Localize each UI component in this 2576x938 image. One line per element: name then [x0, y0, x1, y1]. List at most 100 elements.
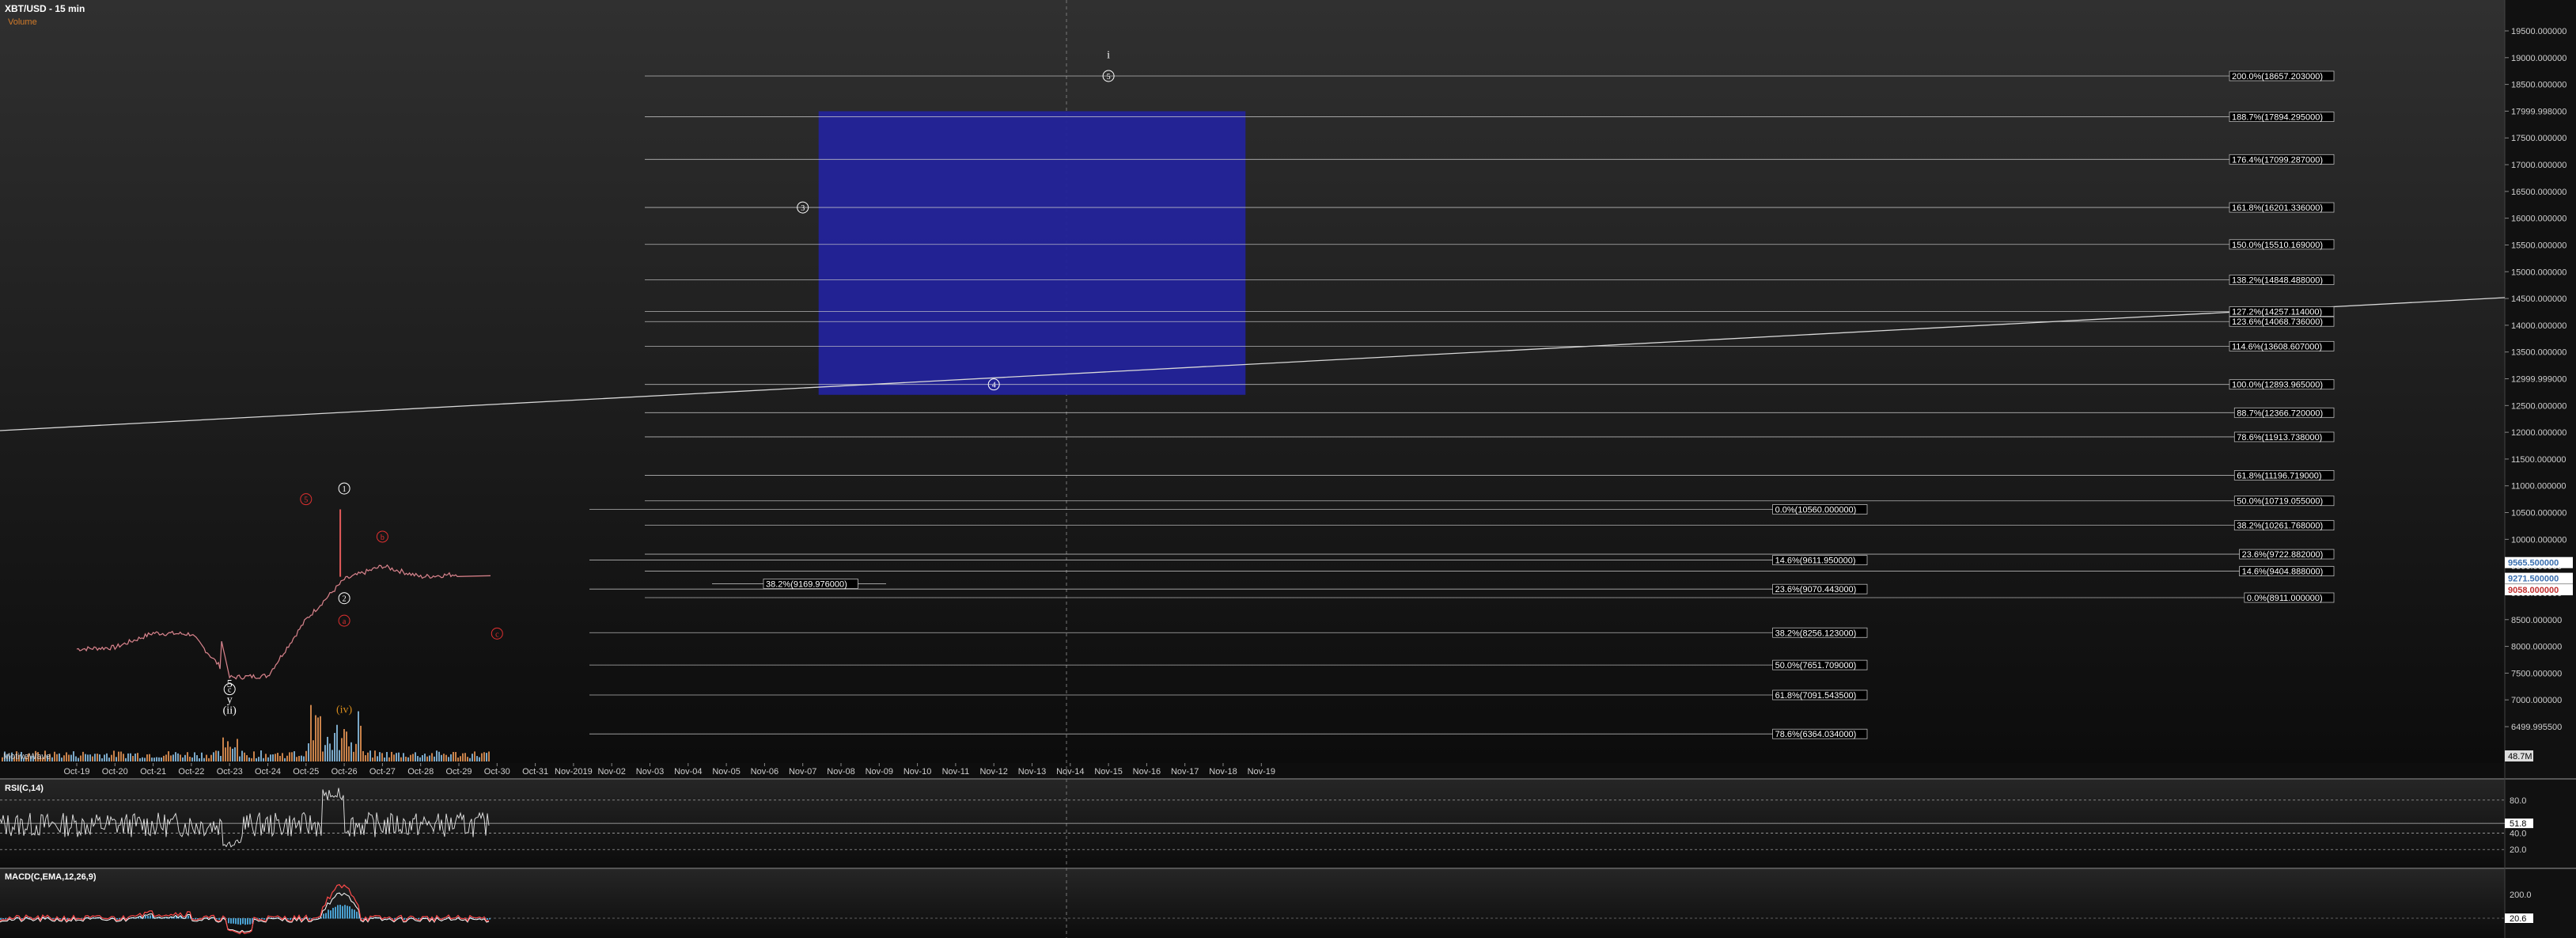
volume-bar — [54, 751, 55, 761]
volume-bar — [168, 751, 169, 761]
volume-bar — [163, 755, 165, 761]
volume-bar — [137, 753, 138, 761]
volume-bar — [177, 753, 179, 761]
macd-hist-bar — [235, 918, 237, 925]
volume-bar — [460, 756, 461, 761]
fib-inner-label: 38.2%(9169.976000) — [766, 579, 847, 589]
volume-legend: Volume — [8, 17, 37, 27]
volume-bar — [237, 739, 238, 761]
x-tick-label: Oct-31 — [522, 767, 548, 777]
volume-bar — [279, 755, 281, 761]
volume-bar — [317, 717, 319, 761]
volume-bar — [277, 753, 278, 761]
macd-hist-bar — [323, 913, 324, 919]
macd-hist-bar — [5, 918, 6, 920]
volume-bar — [260, 750, 262, 761]
x-tick-label: Oct-22 — [178, 767, 204, 777]
fib-upper-label: 127.2%(14257.114000) — [2232, 307, 2322, 317]
macd-hist-bar — [240, 918, 241, 925]
volume-bar — [75, 756, 77, 761]
volume-bar — [350, 742, 352, 761]
volume-bar — [286, 755, 288, 761]
volume-bar — [301, 755, 302, 761]
volume-bar — [422, 755, 423, 761]
y-tick-label: 8000.000000 — [2511, 643, 2562, 652]
volume-bar — [203, 758, 205, 761]
macd-hist-bar — [354, 910, 355, 919]
volume-bar — [365, 755, 366, 761]
x-tick-label: Nov-15 — [1094, 767, 1122, 777]
macd-hist-bar — [263, 918, 265, 920]
volume-bar — [227, 741, 229, 761]
volume-bar — [334, 732, 335, 761]
volume-bar — [381, 753, 383, 761]
macd-hist-bar — [230, 918, 232, 924]
chart-svg[interactable]: 200.0%(18657.203000) 188.7%(17894.295000)… — [0, 0, 2576, 938]
x-tick-label: Oct-23 — [217, 767, 243, 777]
macd-hist-bar — [489, 918, 491, 920]
volume-bar — [481, 753, 483, 761]
volume-bar — [486, 753, 487, 761]
volume-bar — [182, 757, 184, 761]
volume-bar — [127, 753, 129, 761]
x-tick-label: Oct-20 — [102, 767, 128, 777]
macd-hist-bar — [195, 918, 196, 920]
volume-bar — [457, 758, 459, 761]
macd-hist-bar — [339, 905, 341, 919]
volume-bar — [339, 750, 340, 761]
volume-bar — [130, 753, 131, 761]
volume-bar — [355, 743, 357, 761]
macd-hist-bar — [188, 915, 189, 919]
volume-bar — [180, 754, 181, 761]
macd-hist-bar — [237, 918, 239, 925]
volume-bar — [320, 716, 321, 761]
x-tick-label: Oct-25 — [293, 767, 319, 777]
volume-bar — [455, 752, 456, 761]
projection-box[interactable] — [818, 111, 1246, 395]
volume-bar — [270, 754, 271, 761]
volume-bar — [403, 753, 404, 761]
volume-bar — [156, 757, 157, 761]
fib-upper-label: 123.6%(14068.736000) — [2232, 317, 2323, 327]
volume-bar — [336, 724, 338, 761]
macd-hist-bar — [335, 906, 336, 919]
volume-bar — [483, 752, 485, 761]
fib-lower-label: 14.6%(9611.950000) — [1775, 556, 1856, 566]
volume-bar — [265, 754, 267, 761]
wave-label: a — [343, 617, 347, 626]
volume-bar — [275, 754, 276, 761]
y-tick-label: 12999.999000 — [2511, 375, 2567, 385]
volume-bar — [132, 756, 134, 761]
volume-bar — [222, 737, 224, 761]
wave-label: 4 — [992, 382, 996, 390]
x-tick-label: Nov-03 — [636, 767, 664, 777]
x-tick-label: Nov-09 — [866, 767, 893, 777]
y-tick-label: 14500.000000 — [2511, 294, 2567, 304]
volume-bar — [85, 754, 86, 761]
macd-hist-bar — [242, 918, 244, 925]
volume-bar — [123, 754, 124, 761]
volume-bar — [113, 750, 115, 761]
y-tick-label: 11000.000000 — [2511, 482, 2567, 492]
volume-bar — [142, 757, 143, 761]
volume-bar — [248, 758, 250, 761]
y-tick-label: 10500.000000 — [2511, 509, 2567, 518]
x-tick-label: Nov-17 — [1171, 767, 1199, 777]
macd-hist-bar — [244, 918, 246, 925]
volume-bar — [151, 758, 153, 761]
fib-upper-label: 14.6%(9404.888000) — [2242, 568, 2324, 577]
macd-hist-bar — [418, 918, 419, 920]
macd-hist-bar — [290, 918, 291, 921]
fib-upper-label: 78.6%(11913.738000) — [2237, 433, 2322, 442]
volume-bar — [89, 754, 91, 761]
x-tick-label: Nov-14 — [1056, 767, 1084, 777]
volume-bar — [80, 755, 81, 761]
volume-bar — [313, 740, 314, 761]
fib-upper-label: 23.6%(9722.882000) — [2242, 550, 2324, 560]
volume-bar — [253, 751, 255, 761]
y-tick-label: 12000.000000 — [2511, 428, 2567, 438]
y-tick-label: 17000.000000 — [2511, 161, 2567, 170]
volume-bar — [441, 754, 442, 761]
volume-bar — [341, 738, 343, 761]
macd-hist-bar — [487, 918, 488, 920]
